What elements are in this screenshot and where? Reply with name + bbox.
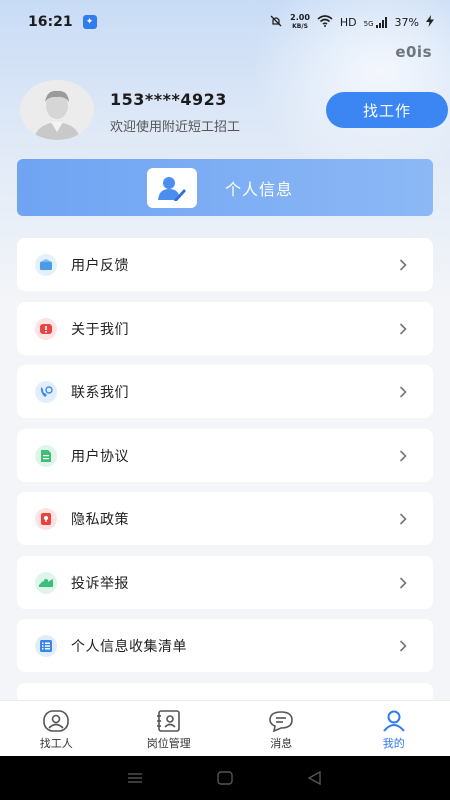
back-icon[interactable] (306, 771, 324, 785)
find-job-button[interactable]: 找工作 (326, 92, 448, 128)
notification-app-icon: ✦ (82, 15, 97, 29)
menu-item-label: 用户反馈 (71, 257, 129, 274)
bottom-tab-bar: 找工人 岗位管理 消息 我的 (0, 700, 450, 756)
avatar[interactable] (20, 80, 94, 140)
home-icon[interactable] (216, 771, 234, 785)
menu-item-agreement[interactable]: 用户协议 (17, 429, 433, 482)
phone-icon (35, 380, 57, 403)
tab-label: 消息 (270, 737, 293, 750)
watermark: e0is (395, 43, 432, 61)
menu-item-complaint[interactable]: 投诉举报 (17, 556, 433, 609)
chevron-right-icon (399, 576, 407, 589)
profile-icon (382, 710, 405, 732)
menu-item-label: 关于我们 (71, 321, 129, 338)
menu-item-label: 个人信息收集清单 (71, 638, 187, 655)
menu-item-label: 联系我们 (71, 384, 129, 401)
tab-label: 找工人 (39, 737, 73, 750)
menu-item-contact[interactable]: 联系我们 (17, 365, 433, 418)
tab-messages[interactable]: 消息 (225, 701, 338, 756)
complaint-icon (35, 571, 57, 594)
menu-item-about[interactable]: 关于我们 (17, 302, 433, 355)
system-navigation-bar (0, 756, 450, 800)
tab-job-management[interactable]: 岗位管理 (113, 701, 226, 756)
personal-info-icon (147, 167, 197, 208)
menu-item-feedback[interactable]: 用户反馈 (17, 238, 433, 291)
chevron-right-icon (399, 385, 407, 398)
message-icon (269, 711, 294, 732)
list-icon (35, 634, 57, 657)
find-worker-icon (43, 710, 70, 732)
chevron-right-icon (399, 639, 407, 652)
tab-find-worker[interactable]: 找工人 (0, 701, 113, 756)
speed-value: 2.00 (290, 12, 310, 22)
tab-label: 我的 (382, 737, 405, 750)
tab-profile[interactable]: 我的 (338, 701, 450, 756)
chevron-right-icon (399, 449, 407, 462)
user-phone: 153****4923 (110, 90, 227, 109)
menu-item-label: 投诉举报 (71, 575, 129, 592)
charging-icon (426, 14, 434, 30)
chevron-right-icon (399, 258, 407, 271)
status-bar: 16:21 ✦ 2.00 KB/S HD 5G 37% (0, 0, 450, 44)
battery-level: 37% (394, 15, 419, 29)
menu-item-privacy[interactable]: 隐私政策 (17, 492, 433, 545)
document-icon (35, 444, 57, 467)
info-icon (35, 317, 57, 340)
menu-item-label: 用户协议 (71, 448, 129, 465)
chevron-right-icon (399, 322, 407, 335)
personal-info-label: 个人信息 (225, 179, 294, 199)
menu-item-info-collection[interactable]: 个人信息收集清单 (17, 619, 433, 672)
profile-header: 153****4923 欢迎使用附近短工招工 找工作 (18, 80, 448, 140)
job-management-icon (156, 710, 180, 732)
lock-icon (35, 507, 57, 530)
speed-unit: KB/S (292, 22, 308, 30)
personal-info-banner[interactable]: 个人信息 (17, 159, 433, 216)
network-type: HD (339, 15, 357, 29)
status-time: 16:21 (28, 14, 73, 30)
mute-icon (269, 14, 283, 31)
wifi-icon (317, 14, 333, 30)
signal-label: 5G (363, 19, 374, 28)
menu-item-label: 隐私政策 (71, 511, 129, 528)
status-indicators: 2.00 KB/S HD 5G 37% (269, 12, 434, 31)
welcome-text: 欢迎使用附近短工招工 (110, 120, 241, 135)
chevron-right-icon (399, 512, 407, 525)
menu-icon[interactable] (126, 771, 144, 785)
tab-label: 岗位管理 (146, 737, 191, 750)
signal-icon: 5G (363, 16, 388, 28)
feedback-icon (35, 253, 57, 276)
network-speed: 2.00 KB/S (290, 12, 310, 31)
